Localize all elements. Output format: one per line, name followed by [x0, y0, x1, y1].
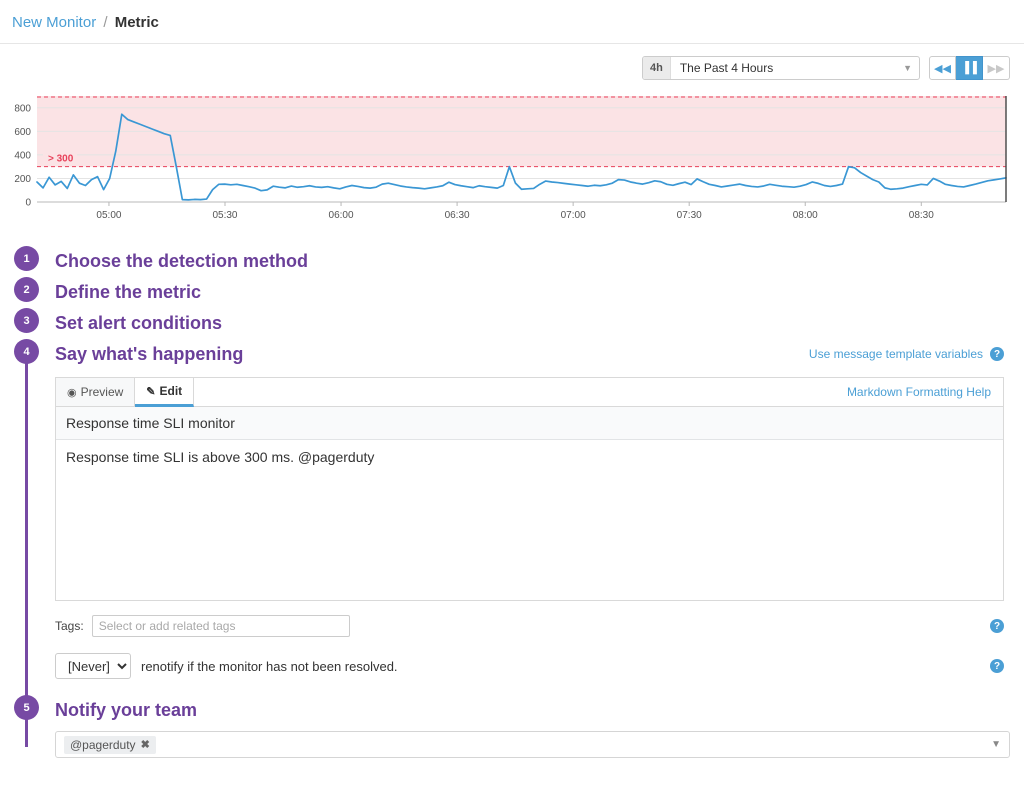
chevron-down-icon: ▼ [991, 739, 1001, 750]
svg-text:05:00: 05:00 [96, 210, 121, 221]
svg-text:200: 200 [14, 174, 31, 185]
tab-preview[interactable]: ◉ Preview [56, 378, 135, 406]
editor-tabs: ◉ Preview ✎ Edit Markdown Formatting Hel… [56, 378, 1003, 407]
breadcrumb-link-new-monitor[interactable]: New Monitor [12, 14, 96, 31]
time-range-badge: 4h [643, 57, 671, 79]
svg-text:600: 600 [14, 127, 31, 138]
message-editor: ◉ Preview ✎ Edit Markdown Formatting Hel… [55, 377, 1004, 601]
svg-text:0: 0 [25, 198, 31, 209]
svg-text:08:30: 08:30 [909, 210, 934, 221]
step-2[interactable]: 2 Define the metric [0, 277, 1024, 307]
svg-text:07:30: 07:30 [677, 210, 702, 221]
rewind-button[interactable]: ◀◀ [929, 56, 956, 80]
markdown-formatting-help-link[interactable]: Markdown Formatting Help [847, 385, 991, 399]
notify-recipients-field[interactable]: @pagerduty ✖ ▼ [55, 731, 1010, 758]
step-4-title[interactable]: Say what's happening [55, 339, 243, 369]
step-1-badge: 1 [14, 246, 39, 271]
tab-edit-label: Edit [160, 384, 183, 398]
tags-label: Tags: [55, 619, 84, 633]
message-body-textarea[interactable]: Response time SLI is above 300 ms. @page… [56, 440, 1003, 600]
tags-help-icon[interactable]: ? [990, 619, 1004, 633]
recipient-chip[interactable]: @pagerduty ✖ [64, 736, 156, 754]
step-1[interactable]: 1 Choose the detection method [0, 246, 1024, 276]
renotify-interval-select[interactable]: [Never] [55, 653, 131, 679]
svg-text:07:00: 07:00 [561, 210, 586, 221]
svg-text:400: 400 [14, 150, 31, 161]
svg-text:08:00: 08:00 [793, 210, 818, 221]
tab-edit[interactable]: ✎ Edit [135, 378, 194, 407]
step-4-badge: 4 [14, 339, 39, 364]
tab-preview-label: Preview [81, 385, 124, 399]
svg-text:> 300: > 300 [48, 154, 74, 165]
renotify-row: [Never] renotify if the monitor has not … [55, 653, 1004, 679]
recipient-chip-label: @pagerduty [70, 738, 136, 752]
metric-chart-svg: 0 200 400 600 800 05:00 05:30 06:00 06:30 07:00 07… [0, 90, 1010, 230]
step-2-title[interactable]: Define the metric [55, 277, 201, 307]
step-5[interactable]: 5 Notify your team [0, 695, 1024, 725]
breadcrumb-separator: / [103, 14, 107, 31]
playback-controls: ◀◀ ▐▐ ▶▶ [929, 56, 1010, 80]
step-3-badge: 3 [14, 308, 39, 333]
svg-text:06:00: 06:00 [329, 210, 354, 221]
step-3-title[interactable]: Set alert conditions [55, 308, 222, 338]
renotify-description: renotify if the monitor has not been res… [141, 659, 398, 674]
help-icon[interactable]: ? [990, 347, 1004, 361]
tags-row: Tags: ? [55, 615, 1004, 637]
monitor-steps: 1 Choose the detection method 2 Define t… [0, 246, 1024, 758]
step-5-title[interactable]: Notify your team [55, 695, 197, 725]
message-title-input[interactable] [56, 407, 1003, 440]
step-3[interactable]: 3 Set alert conditions [0, 308, 1024, 338]
chevron-down-icon: ▼ [903, 63, 919, 73]
forward-button[interactable]: ▶▶ [983, 56, 1010, 80]
svg-text:05:30: 05:30 [212, 210, 237, 221]
svg-text:800: 800 [14, 103, 31, 114]
breadcrumb-current-metric: Metric [115, 14, 159, 31]
pencil-icon: ✎ [146, 385, 155, 398]
time-range-label: The Past 4 Hours [671, 61, 903, 75]
metric-chart[interactable]: 0 200 400 600 800 05:00 05:30 06:00 06:30 07:00 07… [0, 86, 1024, 230]
time-range-select[interactable]: 4h The Past 4 Hours ▼ [642, 56, 920, 80]
step-2-badge: 2 [14, 277, 39, 302]
eye-icon: ◉ [67, 386, 77, 399]
step-1-title[interactable]: Choose the detection method [55, 246, 308, 276]
use-message-template-variables-link[interactable]: Use message template variables ? [809, 347, 1004, 361]
step-connector [25, 354, 28, 747]
close-icon[interactable]: ✖ [141, 738, 150, 751]
breadcrumb: New Monitor / Metric [0, 0, 1024, 44]
tags-input[interactable] [92, 615, 350, 637]
step-4[interactable]: 4 Say what's happening Use message templ… [0, 339, 1024, 369]
time-range-toolbar: 4h The Past 4 Hours ▼ ◀◀ ▐▐ ▶▶ [0, 44, 1024, 86]
renotify-help-icon[interactable]: ? [990, 659, 1004, 673]
svg-text:06:30: 06:30 [445, 210, 470, 221]
step-5-badge: 5 [14, 695, 39, 720]
editor-tabs-spacer: Markdown Formatting Help [194, 378, 1003, 406]
step-4-section: 4 Say what's happening Use message templ… [0, 339, 1024, 725]
template-link-label: Use message template variables [809, 347, 983, 361]
pause-button[interactable]: ▐▐ [956, 56, 983, 80]
